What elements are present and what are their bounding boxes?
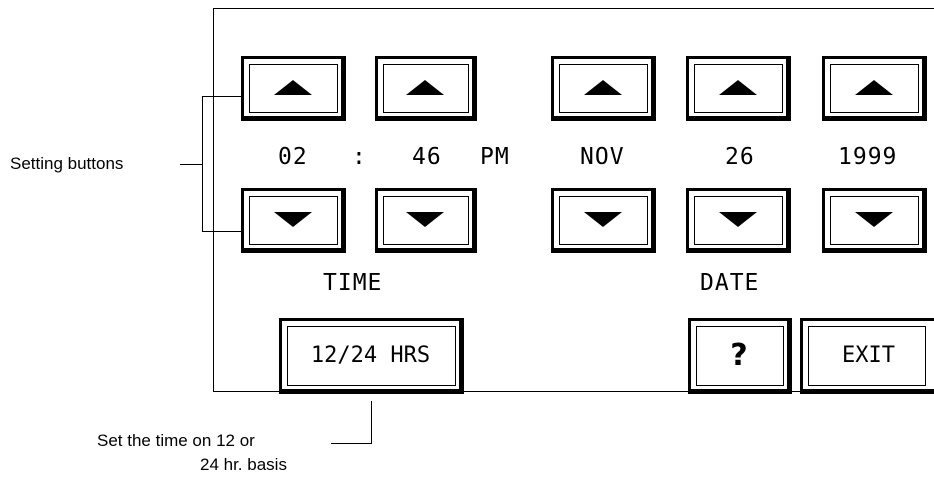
day-down-button[interactable] <box>686 188 791 253</box>
question-mark-icon: ? <box>730 337 748 373</box>
setting-buttons-leader-line <box>180 164 202 165</box>
hours-basis-annotation-line2: 24 hr. basis <box>200 455 287 474</box>
triangle-down-icon <box>718 212 757 227</box>
help-button[interactable]: ? <box>688 318 792 394</box>
setting-buttons-annotation: Setting buttons <box>10 154 124 173</box>
month-value: NOV <box>580 144 625 170</box>
year-up-button[interactable] <box>822 56 927 121</box>
day-up-button[interactable] <box>686 56 791 121</box>
year-down-button[interactable] <box>822 188 927 253</box>
date-label: DATE <box>700 270 760 296</box>
day-value: 26 <box>725 144 755 170</box>
month-down-button[interactable] <box>551 188 656 253</box>
minute-value: 46 <box>412 144 442 170</box>
exit-label: EXIT <box>842 342 895 368</box>
setting-buttons-bracket-vertical <box>202 96 203 232</box>
month-up-button[interactable] <box>551 56 656 121</box>
triangle-up-icon <box>718 80 757 95</box>
year-value: 1999 <box>838 144 898 170</box>
minute-down-button[interactable] <box>375 188 477 253</box>
hours-basis-leader-vertical <box>371 401 372 444</box>
triangle-up-icon <box>273 80 312 95</box>
triangle-down-icon <box>854 212 893 227</box>
time-separator: : <box>352 144 367 170</box>
exit-button[interactable]: EXIT <box>800 318 934 394</box>
hour-down-button[interactable] <box>241 188 346 253</box>
triangle-up-icon <box>854 80 893 95</box>
hours-basis-annotation-line1: Set the time on 12 or <box>97 431 255 450</box>
hours-basis-leader-horizontal <box>331 443 371 444</box>
triangle-up-icon <box>406 80 444 95</box>
hour-up-button[interactable] <box>241 56 346 121</box>
time-label: TIME <box>323 270 383 296</box>
ampm-value: PM <box>480 144 510 170</box>
setting-buttons-bracket-top <box>202 96 241 97</box>
minute-up-button[interactable] <box>375 56 477 121</box>
toggle-12-24-hrs-button[interactable]: 12/24 HRS <box>279 318 464 394</box>
triangle-down-icon <box>273 212 312 227</box>
triangle-up-icon <box>583 80 622 95</box>
triangle-down-icon <box>406 212 444 227</box>
setting-buttons-bracket-bottom <box>202 231 241 232</box>
hour-value: 02 <box>278 144 308 170</box>
triangle-down-icon <box>583 212 622 227</box>
toggle-12-24-hrs-label: 12/24 HRS <box>310 342 431 368</box>
